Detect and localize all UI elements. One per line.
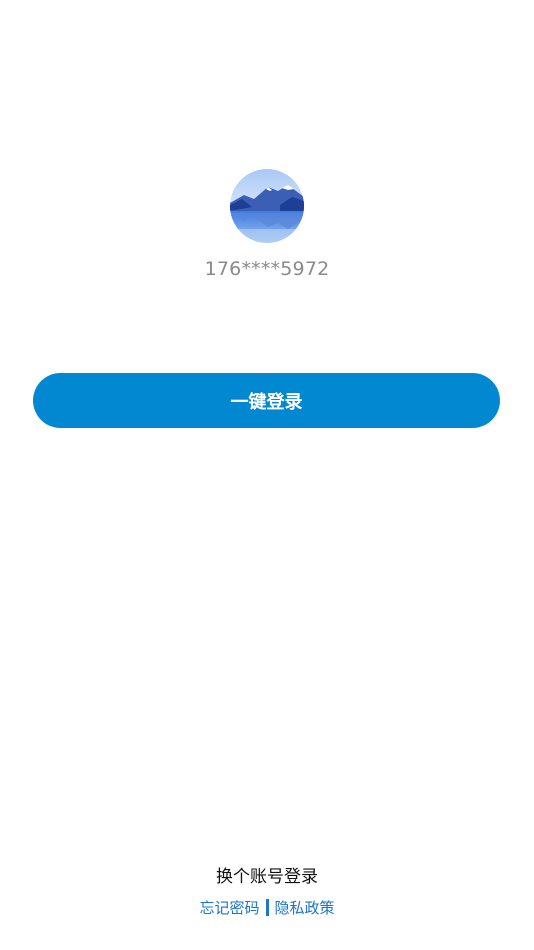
avatar-landscape-image <box>230 169 304 243</box>
privacy-policy-link[interactable]: 隐私政策 <box>275 897 335 918</box>
phone-number: 176****5972 <box>204 258 330 280</box>
link-divider <box>265 899 269 916</box>
one-click-login-button[interactable]: 一键登录 <box>33 373 500 428</box>
forgot-password-link[interactable]: 忘记密码 <box>199 897 259 918</box>
avatar <box>230 169 304 243</box>
footer-links: 忘记密码 隐私政策 <box>0 897 534 918</box>
switch-account-link[interactable]: 换个账号登录 <box>0 862 534 887</box>
